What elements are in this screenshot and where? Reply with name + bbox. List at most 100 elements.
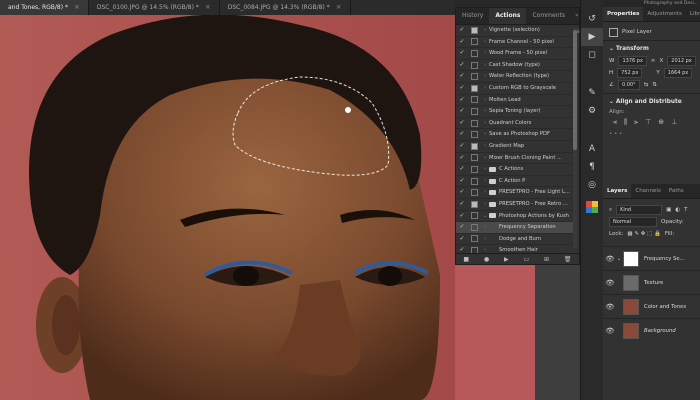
- check-icon[interactable]: ✓: [456, 60, 468, 71]
- action-row[interactable]: ✓ › Cast Shadow (type): [456, 60, 574, 72]
- dialog-toggle-icon[interactable]: [471, 165, 478, 173]
- twirl-icon[interactable]: ›: [481, 48, 489, 59]
- tab-comments[interactable]: Comments: [526, 8, 571, 24]
- twirl-icon[interactable]: ›: [481, 60, 489, 71]
- tab-adjustments[interactable]: Adjustments: [643, 7, 685, 21]
- filter-adjust-icon[interactable]: ◐: [675, 207, 680, 213]
- twirl-icon[interactable]: ›: [481, 164, 489, 175]
- twirl-icon[interactable]: ›: [481, 129, 489, 140]
- check-icon[interactable]: ✓: [456, 141, 468, 152]
- align-bottom-icon[interactable]: ⊥: [671, 118, 677, 126]
- action-row[interactable]: ✓ › Sepia Toning (layer): [456, 106, 574, 118]
- dialog-toggle-icon[interactable]: [471, 189, 478, 197]
- dialog-toggle-icon[interactable]: [471, 26, 478, 34]
- doc-tab-dsc0100[interactable]: DSC_0100.JPG @ 14.5% (RGB/8) * ×: [89, 0, 220, 15]
- character-icon[interactable]: A: [581, 140, 603, 158]
- twirl-icon[interactable]: ›: [481, 187, 489, 198]
- align-center-h-icon[interactable]: ⫼: [624, 118, 627, 127]
- close-icon[interactable]: ×: [74, 0, 80, 15]
- dialog-toggle-icon[interactable]: [471, 154, 478, 162]
- twirl-icon[interactable]: ›: [481, 118, 489, 129]
- tab-libraries[interactable]: Librari: [686, 7, 700, 21]
- align-left-icon[interactable]: ⫷: [613, 118, 617, 127]
- dialog-toggle-icon[interactable]: [471, 84, 478, 92]
- action-row[interactable]: ✓ › Custom RGB to Grayscale: [456, 83, 574, 95]
- dialog-toggle-icon[interactable]: [471, 96, 478, 104]
- twirl-icon[interactable]: ›: [481, 95, 489, 106]
- action-row[interactable]: ✓ › Vignette (selection): [456, 25, 574, 37]
- tab-channels[interactable]: Channels: [631, 184, 664, 198]
- dialog-toggle-icon[interactable]: [471, 223, 478, 231]
- dialog-toggle-icon[interactable]: [471, 107, 478, 115]
- play-icon[interactable]: ▶: [504, 256, 509, 263]
- flip-horizontal-icon[interactable]: ⇆: [644, 82, 649, 88]
- close-icon[interactable]: ×: [205, 0, 211, 15]
- twirl-icon[interactable]: ›: [481, 141, 489, 152]
- document-canvas[interactable]: [0, 15, 455, 400]
- twirl-icon[interactable]: ›: [481, 71, 489, 82]
- angle-field[interactable]: 0.00°: [617, 80, 640, 90]
- eye-icon[interactable]: 👁: [603, 279, 617, 287]
- tab-properties[interactable]: Properties: [603, 7, 644, 21]
- layer-row[interactable]: 👁 Background: [603, 318, 700, 343]
- new-action-icon[interactable]: ⊞: [544, 256, 549, 263]
- twirl-icon[interactable]: ›: [481, 37, 489, 48]
- action-row[interactable]: ✓ › Molten Lead: [456, 95, 574, 107]
- twirl-icon[interactable]: ›: [481, 222, 489, 233]
- lock-icons[interactable]: ▦ ✎ ✥ ⬚ 🔒: [627, 231, 660, 237]
- dialog-toggle-icon[interactable]: [471, 142, 478, 150]
- eye-icon[interactable]: 👁: [603, 255, 617, 263]
- dialog-toggle-icon[interactable]: [471, 38, 478, 46]
- twirl-icon[interactable]: ›: [481, 176, 489, 187]
- align-right-icon[interactable]: ⫸: [634, 118, 638, 127]
- layer-row[interactable]: 👁 ⌄ Frequency Se...: [603, 246, 700, 271]
- align-top-icon[interactable]: ⊤: [645, 118, 651, 126]
- dialog-toggle-icon[interactable]: [471, 131, 478, 139]
- check-icon[interactable]: ✓: [456, 176, 468, 187]
- twirl-icon[interactable]: ›: [481, 25, 489, 36]
- twirl-icon[interactable]: ›: [481, 153, 489, 164]
- action-row[interactable]: ✓ › Frame Channel - 50 pixel: [456, 37, 574, 49]
- check-icon[interactable]: ✓: [456, 48, 468, 59]
- color-wheel-icon[interactable]: [581, 198, 603, 216]
- close-icon[interactable]: ×: [336, 0, 342, 15]
- tab-history[interactable]: History: [456, 8, 489, 24]
- tab-actions[interactable]: Actions: [489, 8, 527, 24]
- doc-tab-dsc0084[interactable]: DSC_0084.JPG @ 14.3% (RGB/8) * ×: [220, 0, 351, 15]
- dialog-toggle-icon[interactable]: [471, 235, 478, 243]
- check-icon[interactable]: ✓: [456, 37, 468, 48]
- dialog-toggle-icon[interactable]: [471, 212, 478, 220]
- record-icon[interactable]: ●: [484, 256, 489, 263]
- scrollbar[interactable]: [573, 28, 577, 248]
- action-row[interactable]: ✓ › Mixer Brush Cloning Paint ...: [456, 153, 574, 165]
- check-icon[interactable]: ✓: [456, 199, 468, 210]
- action-row[interactable]: ✓ › Wood Frame - 50 pixel: [456, 48, 574, 60]
- check-icon[interactable]: ✓: [456, 71, 468, 82]
- check-icon[interactable]: ✓: [456, 211, 468, 222]
- dialog-toggle-icon[interactable]: [471, 61, 478, 69]
- check-icon[interactable]: ✓: [456, 118, 468, 129]
- more-options-icon[interactable]: • • •: [603, 128, 700, 140]
- action-row[interactable]: ✓ › PRESETPRO - Free Light L...: [456, 187, 574, 199]
- check-icon[interactable]: ✓: [456, 164, 468, 175]
- brush-settings-icon[interactable]: ⚙: [581, 102, 603, 120]
- doc-tab-color-and-tones[interactable]: and Tones, RGB/8) * ×: [0, 0, 89, 15]
- check-icon[interactable]: ✓: [456, 106, 468, 117]
- action-row[interactable]: ✓ › Frequency Separation: [456, 222, 574, 234]
- eye-icon[interactable]: 👁: [603, 303, 617, 311]
- twirl-icon[interactable]: ›: [481, 83, 489, 94]
- history-icon[interactable]: ↺: [581, 10, 603, 28]
- action-row[interactable]: ✓ › Water Reflection (type): [456, 71, 574, 83]
- comment-icon[interactable]: ◻: [581, 46, 603, 64]
- check-icon[interactable]: ✓: [456, 95, 468, 106]
- libraries-icon[interactable]: ◎: [581, 176, 603, 194]
- x-field[interactable]: 2012 px: [667, 56, 696, 66]
- link-icon[interactable]: ∞: [651, 58, 656, 64]
- y-field[interactable]: 1664 px: [663, 68, 693, 78]
- filter-pixel-icon[interactable]: ▣: [666, 207, 671, 213]
- actions-play-icon[interactable]: ▶: [581, 28, 603, 46]
- filter-type-icon[interactable]: T: [684, 207, 687, 213]
- check-icon[interactable]: ✓: [456, 187, 468, 198]
- eye-icon[interactable]: 👁: [603, 327, 617, 335]
- twirl-icon[interactable]: ›: [481, 106, 489, 117]
